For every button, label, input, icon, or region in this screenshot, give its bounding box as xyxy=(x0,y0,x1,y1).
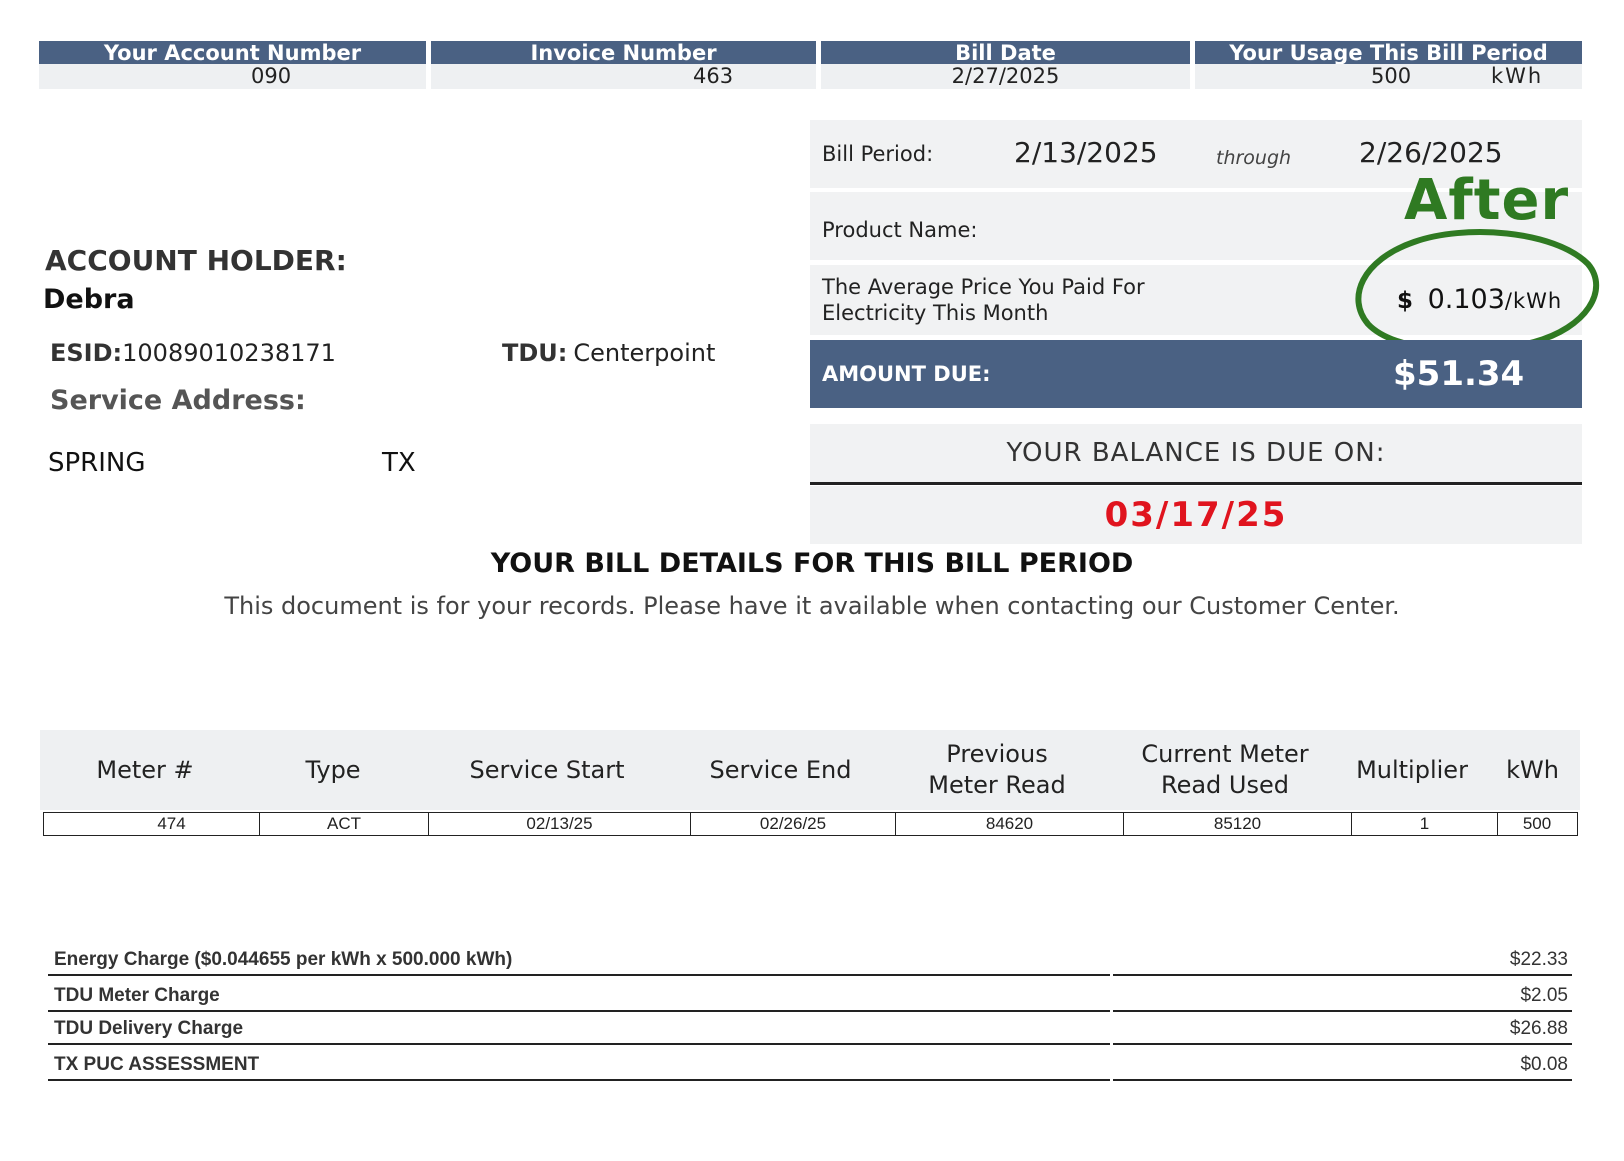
cell-type: ACT xyxy=(260,813,429,835)
charge-row: Energy Charge ($0.044655 per kWh x 500.0… xyxy=(48,940,1572,976)
invoice-number-label: Invoice Number xyxy=(431,41,816,64)
cell-kwh: 500 xyxy=(1522,814,1552,833)
tdu-value: Centerpoint xyxy=(573,339,716,367)
esid: ESID:10089010238171 xyxy=(50,339,336,367)
col-multiplier: Multiplier xyxy=(1356,755,1468,784)
avg-price-line2: Electricity This Month xyxy=(822,301,1049,325)
service-address-label: Service Address: xyxy=(50,385,306,416)
col-previous-read: Previous Meter Read xyxy=(928,740,1066,799)
usage-value: 500 xyxy=(1371,64,1412,88)
details-title: YOUR BILL DETAILS FOR THIS BILL PERIOD xyxy=(490,548,1134,579)
col-service-start: Service Start xyxy=(469,755,625,784)
amount-due-label: AMOUNT DUE: xyxy=(822,362,991,386)
charge-amount: $26.88 xyxy=(1509,1018,1568,1039)
bill-date-label: Bill Date xyxy=(821,41,1190,64)
amount-due-bar: AMOUNT DUE: $51.34 xyxy=(810,340,1582,408)
account-number-value: 090 xyxy=(251,64,292,88)
charge-row: TDU Delivery Charge $26.88 xyxy=(48,1009,1572,1045)
charge-label: TX PUC ASSESSMENT xyxy=(54,1054,260,1075)
avg-price-value: 0.103 xyxy=(1427,284,1505,315)
usage-cell: Your Usage This Bill Period 500 kWh xyxy=(1195,41,1582,89)
col-meter: Meter # xyxy=(96,755,194,784)
due-on-row: YOUR BALANCE IS DUE ON: xyxy=(810,424,1582,485)
charge-amount: $2.05 xyxy=(1520,985,1568,1006)
bill-date-cell: Bill Date 2/27/2025 xyxy=(821,41,1190,89)
cell-previous-read: 84620 xyxy=(896,813,1124,835)
avg-price: $ 0.103/kWh xyxy=(1397,284,1562,315)
through-label: through xyxy=(1216,147,1292,169)
details-subtitle: This document is for your records. Pleas… xyxy=(224,592,1400,620)
charge-label: TDU Meter Charge xyxy=(54,985,220,1006)
charge-label: TDU Delivery Charge xyxy=(54,1018,244,1039)
invoice-number-cell: Invoice Number 463 xyxy=(431,41,816,89)
col-current-read: Current Meter Read Used xyxy=(1141,740,1309,799)
meter-table-header: Meter # Type Service Start Service End P… xyxy=(40,730,1580,810)
bill-date-value: 2/27/2025 xyxy=(821,64,1190,89)
charge-label: Energy Charge ($0.044655 per kWh x 500.0… xyxy=(54,949,513,970)
cell-multiplier: 1 xyxy=(1352,813,1498,835)
period-end: 2/26/2025 xyxy=(1359,136,1503,169)
product-name-label: Product Name: xyxy=(822,218,978,242)
tdu-label: TDU: xyxy=(502,339,568,367)
esid-value: 10089010238171 xyxy=(122,339,336,367)
col-service-end: Service End xyxy=(709,755,852,784)
charge-amount: $22.33 xyxy=(1509,949,1568,970)
invoice-number-value: 463 xyxy=(693,64,734,88)
charge-row: TX PUC ASSESSMENT $0.08 xyxy=(48,1045,1572,1081)
charge-amount: $0.08 xyxy=(1520,1054,1568,1075)
usage-unit: kWh xyxy=(1491,64,1544,88)
account-holder-name: Debra xyxy=(43,284,135,315)
col-kwh: kWh xyxy=(1506,755,1559,784)
bill-period-label: Bill Period: xyxy=(822,142,934,166)
avg-price-unit: /kWh xyxy=(1504,289,1563,313)
account-holder-label: ACCOUNT HOLDER: xyxy=(45,244,347,277)
period-start: 2/13/2025 xyxy=(1014,136,1158,169)
cell-current-read: 85120 xyxy=(1124,813,1352,835)
service-state: TX xyxy=(382,448,416,478)
avg-price-currency: $ xyxy=(1397,288,1414,314)
cell-service-start: 02/13/25 xyxy=(429,813,691,835)
account-number-cell: Your Account Number 090 xyxy=(39,41,426,89)
tdu: TDU: Centerpoint xyxy=(502,339,715,367)
cell-service-end: 02/26/25 xyxy=(691,813,896,835)
col-type: Type xyxy=(305,755,361,784)
due-on-label: YOUR BALANCE IS DUE ON: xyxy=(1006,438,1386,468)
table-row: 474 ACT 02/13/25 02/26/25 84620 85120 1 … xyxy=(43,812,1578,836)
due-date: 03/17/25 xyxy=(1104,495,1288,535)
amount-due-value: $51.34 xyxy=(1393,354,1525,394)
cell-meter: 474 xyxy=(44,813,260,835)
avg-price-line1: The Average Price You Paid For xyxy=(822,275,1145,299)
usage-label: Your Usage This Bill Period xyxy=(1195,41,1582,64)
due-date-row: 03/17/25 xyxy=(810,486,1582,544)
esid-label: ESID: xyxy=(50,339,123,367)
service-city: SPRING xyxy=(48,448,146,478)
after-annotation: After xyxy=(1404,168,1570,233)
charge-row: TDU Meter Charge $2.05 xyxy=(48,976,1572,1012)
account-number-label: Your Account Number xyxy=(39,41,426,64)
